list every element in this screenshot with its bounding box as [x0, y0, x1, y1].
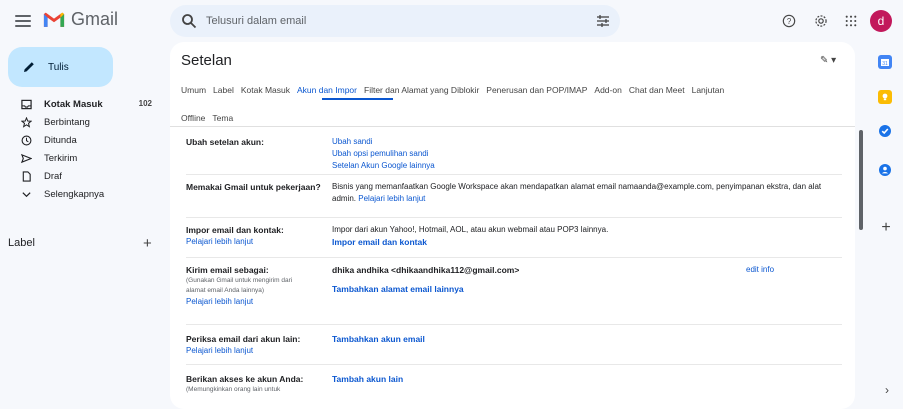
sidebar-item-label: Selengkapnya — [44, 188, 105, 200]
row-label: Ubah setelan akun: — [186, 137, 264, 147]
draft-icon — [20, 170, 32, 182]
import-learn-more-link[interactable]: Pelajari lebih lanjut — [186, 236, 326, 248]
apps-grid-icon[interactable] — [842, 12, 860, 30]
sidebar-item-snoozed[interactable]: Ditunda — [0, 131, 160, 149]
sidebar-item-starred[interactable]: Berbintang — [0, 113, 160, 131]
tab-general[interactable]: Umum — [181, 85, 206, 95]
compose-button[interactable]: Tulis — [8, 47, 113, 87]
sidebar-item-drafts[interactable]: Draf — [0, 167, 160, 185]
sidebar-item-label: Berbintang — [44, 116, 90, 128]
send-icon — [20, 152, 32, 164]
tab-filters[interactable]: Filter dan Alamat yang Diblokir — [364, 85, 479, 95]
add-email-address-link[interactable]: Tambahkan alamat email lainnya — [332, 283, 842, 295]
row-label: Impor email dan kontak: — [186, 225, 284, 235]
settings-row-import: Impor email dan kontak: Pelajari lebih l… — [186, 218, 842, 258]
row-label: Berikan akses ke akun Anda: — [186, 374, 304, 384]
google-account-settings-link[interactable]: Setelan Akun Google lainnya — [332, 160, 842, 172]
active-tab-indicator — [322, 98, 393, 100]
search-input[interactable] — [206, 12, 566, 30]
send-as-learn-more-link[interactable]: Pelajari lebih lanjut — [186, 296, 296, 308]
settings-row-change-account: Ubah setelan akun: Ubah sandi Ubah opsi … — [186, 131, 842, 175]
grant-access-note: (Memungkinkan orang lain untuk — [186, 386, 281, 393]
star-icon — [20, 116, 32, 128]
sidebar-nav: Kotak Masuk 102 Berbintang Ditunda Terki… — [0, 95, 160, 203]
check-mail-learn-more-link[interactable]: Pelajari lebih lanjut — [186, 345, 326, 357]
sidebar-item-label: Terkirim — [44, 152, 78, 164]
import-mail-contacts-link[interactable]: Impor email dan kontak — [332, 237, 427, 247]
unread-count: 102 — [138, 99, 152, 108]
sidebar-item-label: Ditunda — [44, 134, 77, 146]
change-recovery-link[interactable]: Ubah opsi pemulihan sandi — [332, 148, 842, 160]
import-description: Impor dari akun Yahoo!, Hotmail, AOL, at… — [332, 225, 609, 234]
search-bar[interactable] — [170, 5, 620, 37]
input-tools-icon[interactable]: ✎ ▾ — [820, 55, 836, 66]
tab-offline[interactable]: Offline — [181, 113, 205, 123]
tab-inbox[interactable]: Kotak Masuk — [241, 85, 290, 95]
tab-addons[interactable]: Add-on — [594, 85, 621, 95]
keep-icon[interactable] — [878, 90, 892, 104]
labels-heading: Label — [8, 237, 35, 249]
settings-panel: Setelan ✎ ▾ Umum Label Kotak Masuk Akun … — [170, 42, 855, 409]
app-name: Gmail — [71, 9, 119, 29]
add-mail-account-link[interactable]: Tambahkan akun email — [332, 334, 425, 344]
divider — [170, 126, 855, 127]
svg-text:?: ? — [787, 17, 792, 26]
sidebar-item-label: Draf — [44, 170, 62, 182]
tab-advanced[interactable]: Lanjutan — [692, 85, 725, 95]
pencil-icon — [24, 62, 34, 72]
settings-list: Ubah setelan akun: Ubah sandi Ubah opsi … — [186, 131, 842, 405]
search-icon[interactable] — [181, 13, 197, 29]
chevron-down-icon — [20, 188, 32, 200]
tasks-icon[interactable] — [878, 124, 892, 138]
calendar-icon[interactable]: 31 — [878, 55, 892, 69]
settings-scrollbar[interactable] — [859, 130, 863, 230]
row-label: Kirim email sebagai: — [186, 265, 269, 275]
page-title: Setelan — [181, 52, 232, 69]
labels-section: Label + — [8, 235, 158, 252]
sidebar-item-label: Kotak Masuk — [44, 98, 103, 110]
svg-text:31: 31 — [882, 61, 888, 67]
settings-gear-icon[interactable] — [812, 12, 830, 30]
settings-row-work: Memakai Gmail untuk pekerjaan? Bisnis ya… — [186, 175, 842, 218]
main-menu-icon[interactable] — [14, 12, 32, 30]
tab-labels[interactable]: Label — [213, 85, 234, 95]
settings-row-grant-access: Berikan akses ke akun Anda: (Memungkinka… — [186, 365, 842, 405]
gmail-logo[interactable]: Gmail — [43, 9, 118, 30]
add-another-account-link[interactable]: Tambah akun lain — [332, 374, 403, 384]
contacts-icon[interactable] — [878, 163, 892, 177]
sidebar-item-sent[interactable]: Terkirim — [0, 149, 160, 167]
help-icon[interactable]: ? — [780, 12, 798, 30]
settings-row-send-as: Kirim email sebagai: (Gunakan Gmail untu… — [186, 258, 842, 325]
expand-panel-chevron-icon[interactable]: › — [880, 383, 894, 397]
sidebar-item-inbox[interactable]: Kotak Masuk 102 — [0, 95, 160, 113]
row-label: Memakai Gmail untuk pekerjaan? — [186, 182, 321, 192]
tab-forwarding[interactable]: Penerusan dan POP/IMAP — [486, 85, 587, 95]
tab-themes[interactable]: Tema — [212, 113, 233, 123]
get-addons-plus-icon[interactable]: + — [879, 220, 893, 236]
send-as-note: (Gunakan Gmail untuk mengirim dari alama… — [186, 277, 293, 294]
inbox-icon — [20, 98, 32, 110]
tab-accounts-import[interactable]: Akun dan Impor — [297, 85, 357, 95]
work-learn-more-link[interactable]: Pelajari lebih lanjut — [358, 194, 425, 203]
sidebar-item-more[interactable]: Selengkapnya — [0, 185, 160, 203]
settings-row-check-mail: Periksa email dari akun lain: Pelajari l… — [186, 325, 842, 365]
search-options-icon[interactable] — [596, 14, 610, 28]
account-avatar[interactable]: d — [870, 10, 892, 32]
change-password-link[interactable]: Ubah sandi — [332, 136, 842, 148]
compose-label: Tulis — [48, 61, 69, 73]
edit-info-link[interactable]: edit info — [746, 264, 774, 276]
add-label-icon[interactable]: + — [143, 235, 152, 252]
tab-chat-meet[interactable]: Chat dan Meet — [629, 85, 685, 95]
gmail-m-icon — [43, 12, 65, 27]
clock-icon — [20, 134, 32, 146]
row-label: Periksa email dari akun lain: — [186, 334, 301, 344]
settings-tabs: Umum Label Kotak Masuk Akun dan Impor Fi… — [181, 82, 841, 126]
top-bar: Gmail ? d — [0, 0, 903, 42]
